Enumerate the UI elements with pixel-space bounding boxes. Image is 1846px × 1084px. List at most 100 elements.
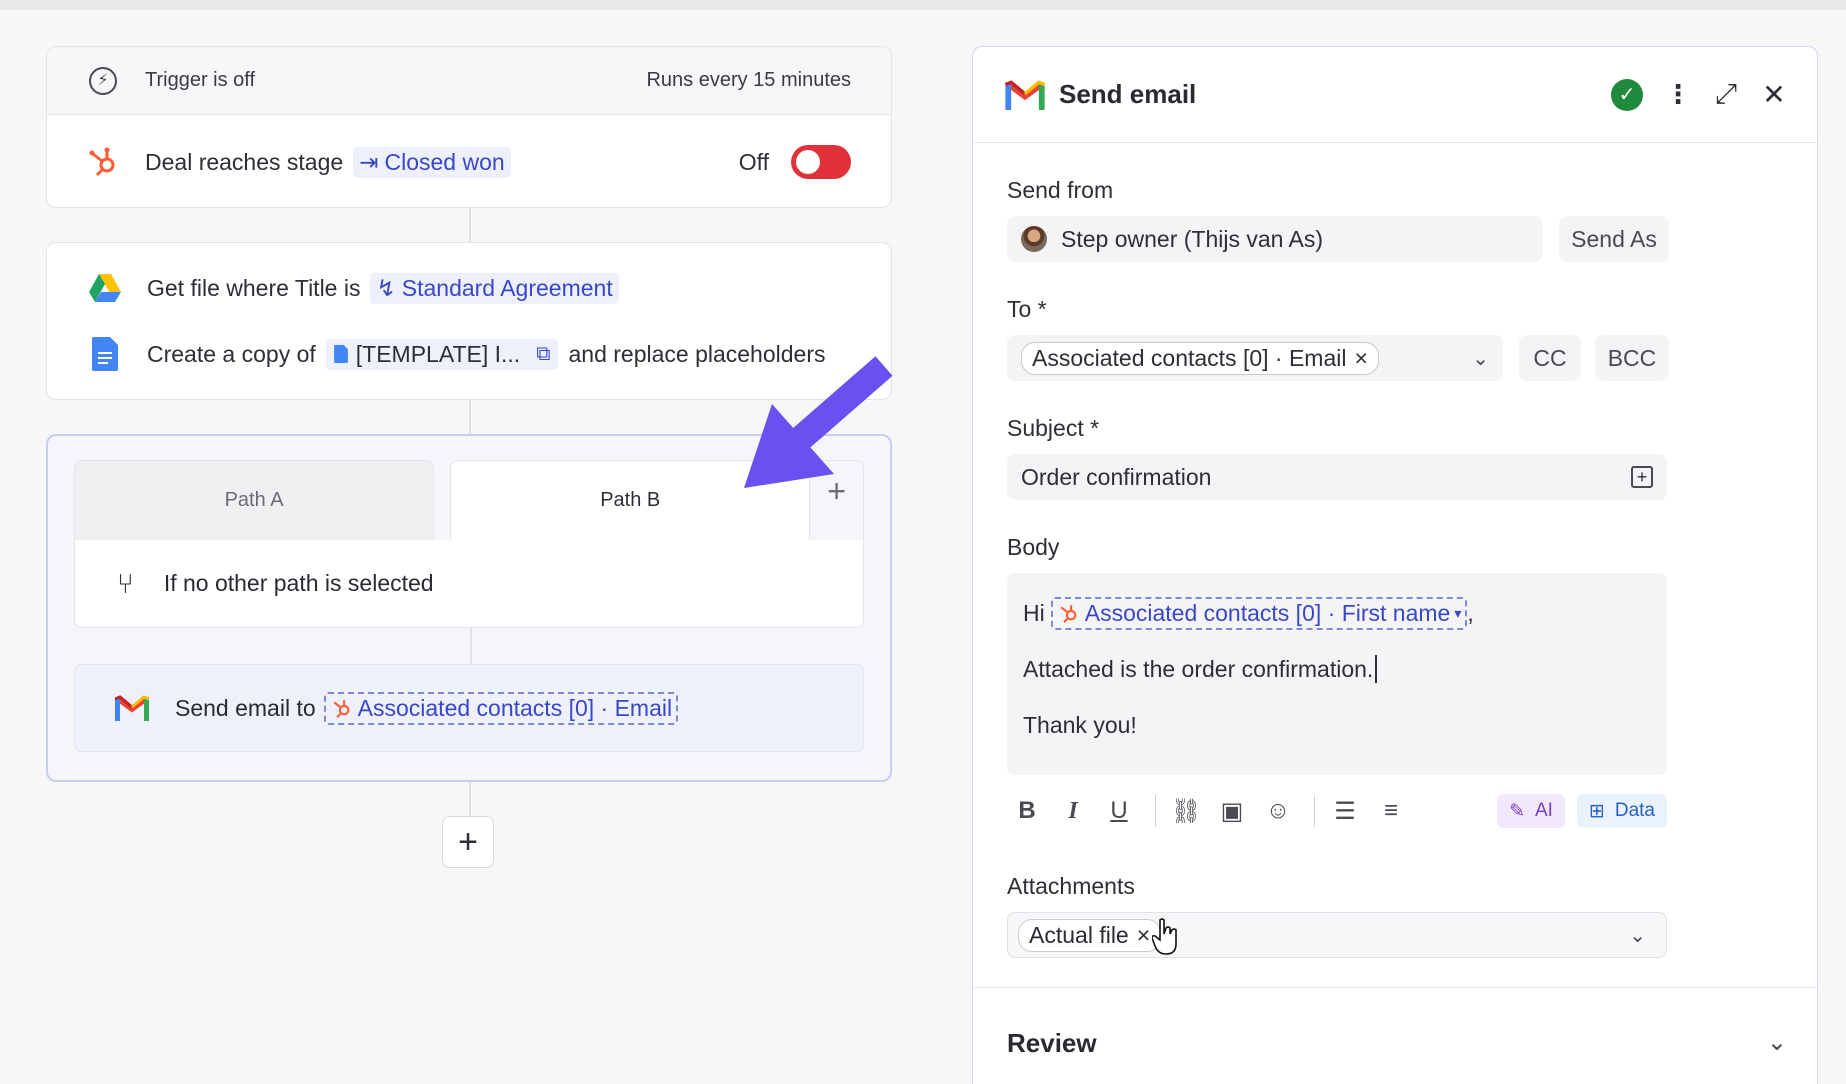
bolt-icon: ⚡ — [89, 66, 117, 95]
underline-icon[interactable]: U — [1099, 797, 1139, 825]
trigger-card[interactable]: ⚡ Trigger is off Runs every 15 minutes D… — [46, 46, 892, 208]
more-options-icon[interactable]: ⋮ — [1665, 79, 1691, 110]
ai-label: AI — [1534, 800, 1553, 821]
ai-button[interactable]: ✎ AI — [1497, 794, 1565, 828]
doc-mini-icon — [333, 345, 348, 363]
attachments-label: Attachments — [1007, 873, 1135, 899]
send-email-step[interactable]: Send email to Associated contacts [0] · … — [74, 664, 864, 752]
chevron-down-icon[interactable]: ⌄ — [1767, 1028, 1787, 1057]
attachment-tag[interactable]: Actual file × — [1018, 918, 1162, 952]
stage-chip[interactable]: ⇥ Closed won — [353, 146, 511, 178]
bullet-list-icon[interactable]: ☰ — [1325, 797, 1365, 826]
toolbar-divider — [1314, 795, 1315, 827]
connector-inner — [470, 628, 472, 664]
annotation-arrow-icon — [744, 356, 893, 488]
cc-button[interactable]: CC — [1519, 335, 1581, 381]
hand-cursor-icon — [1152, 918, 1177, 955]
trigger-row[interactable]: Deal reaches stage ⇥ Closed won Off — [47, 115, 891, 209]
body-label: Body — [1007, 534, 1060, 560]
body-text-3: Thank you! — [1023, 711, 1137, 738]
to-row: Associated contacts [0] · Email × ⌄ CC B… — [1007, 335, 1785, 381]
greeting-text: Hi — [1023, 599, 1045, 626]
trigger-event: Deal reaches stage — [145, 148, 344, 175]
format-toolbar: B I U ⛓ ▣ ☺ ☰ ≡ ✎ AI ⊞ Data — [1007, 785, 1667, 837]
connector-1 — [469, 208, 471, 242]
subject-field[interactable]: Order confirmation + — [1007, 454, 1667, 500]
path-condition[interactable]: ⑂ If no other path is selected — [74, 540, 864, 628]
magic-wand-icon: ✎ — [1509, 800, 1525, 822]
body-line-1: Hi Associated contacts [0] · First name … — [1023, 585, 1651, 641]
expand-icon[interactable]: ⤢ — [1713, 78, 1739, 111]
remove-tag-icon[interactable]: × — [1137, 922, 1150, 949]
review-section[interactable]: Review ⌄ — [973, 987, 1817, 1084]
image-icon[interactable]: ▣ — [1212, 797, 1252, 826]
first-name-token[interactable]: Associated contacts [0] · First name ▾ — [1050, 596, 1468, 630]
tab-path-a[interactable]: Path A — [74, 460, 435, 540]
google-docs-icon — [92, 337, 118, 371]
title-chip[interactable]: ↯ Standard Agreement — [370, 272, 619, 304]
copy-text: Create a copy of — [147, 340, 316, 367]
plus-square-icon: ⊞ — [1588, 800, 1605, 822]
subject-label: Subject * — [1007, 415, 1100, 441]
to-label: To * — [1007, 296, 1047, 322]
condition-text: If no other path is selected — [163, 570, 434, 596]
add-step-button[interactable]: + — [442, 816, 494, 868]
chevron-down-icon[interactable]: ⌄ — [1472, 346, 1489, 371]
external-link-icon[interactable]: ⧉ — [536, 343, 550, 366]
gmail-icon — [115, 695, 149, 721]
hubspot-mini-icon — [1060, 605, 1077, 623]
connector-2 — [469, 400, 471, 434]
avatar — [1021, 226, 1047, 252]
connector-3 — [469, 782, 471, 816]
send-prefix: Send email to — [175, 694, 316, 721]
send-as-button[interactable]: Send As — [1559, 216, 1669, 262]
first-name-label: Associated contacts [0] · First name — [1084, 599, 1451, 626]
panel-actions: ✓ ⋮ ⤢ ✕ — [1611, 78, 1787, 111]
bold-icon[interactable]: B — [1007, 797, 1047, 825]
insert-data-icon[interactable]: + — [1631, 466, 1653, 488]
bcc-button[interactable]: BCC — [1595, 335, 1669, 381]
numbered-list-icon[interactable]: ≡ — [1371, 797, 1411, 825]
close-icon[interactable]: ✕ — [1761, 78, 1787, 111]
chevron-down-icon[interactable]: ⌄ — [1629, 923, 1646, 948]
trigger-toggle[interactable] — [791, 145, 851, 179]
to-field[interactable]: Associated contacts [0] · Email × ⌄ — [1007, 335, 1503, 381]
trigger-schedule: Runs every 15 minutes — [646, 69, 851, 91]
to-tag[interactable]: Associated contacts [0] · Email × — [1021, 341, 1379, 375]
recipient-label: Associated contacts [0] · Email — [357, 694, 673, 721]
top-strip — [0, 0, 1846, 10]
hubspot-mini-icon — [333, 700, 350, 718]
italic-icon[interactable]: I — [1053, 798, 1093, 825]
emoji-icon[interactable]: ☺ — [1258, 797, 1298, 825]
subject-value: Order confirmation — [1021, 463, 1212, 490]
template-chip[interactable]: [TEMPLATE] I... ⧉ — [325, 338, 559, 370]
data-label: Data — [1614, 800, 1655, 821]
stage-label: Closed won — [384, 148, 505, 175]
variable-icon: ↯ — [376, 274, 396, 301]
toolbar-divider — [1155, 795, 1156, 827]
send-email-panel: Send email ✓ ⋮ ⤢ ✕ Send from Step owner … — [972, 46, 1818, 1084]
body-line-2: Attached is the order confirmation. — [1023, 641, 1651, 697]
comma: , — [1467, 599, 1474, 626]
send-from-field[interactable]: Step owner (Thijs van As) — [1007, 216, 1543, 262]
remove-tag-icon[interactable]: × — [1354, 345, 1367, 372]
success-check-icon: ✓ — [1611, 78, 1643, 111]
get-file-row[interactable]: Get file where Title is ↯ Standard Agree… — [47, 255, 891, 321]
send-from-value: Step owner (Thijs van As) — [1061, 225, 1324, 252]
recipient-token[interactable]: Associated contacts [0] · Email — [323, 691, 679, 725]
review-title: Review — [1007, 1028, 1097, 1058]
get-file-text: Get file where Title is — [147, 274, 361, 301]
panel-body: Send from Step owner (Thijs van As) Send… — [973, 177, 1817, 958]
hubspot-icon — [89, 147, 115, 177]
body-editor[interactable]: Hi Associated contacts [0] · First name … — [1007, 573, 1667, 775]
trigger-status: Trigger is off — [145, 69, 256, 91]
google-drive-icon — [89, 274, 121, 302]
to-tag-label: Associated contacts [0] · Email — [1032, 344, 1347, 371]
text-caret — [1375, 655, 1378, 683]
attachments-field[interactable]: Actual file × ⌄ — [1007, 912, 1667, 958]
attachment-tag-label: Actual file — [1029, 921, 1129, 948]
title-value: Standard Agreement — [401, 274, 613, 301]
data-button[interactable]: ⊞ Data — [1576, 794, 1667, 828]
link-icon[interactable]: ⛓ — [1166, 797, 1206, 826]
body-line-3: Thank you! — [1023, 697, 1651, 753]
